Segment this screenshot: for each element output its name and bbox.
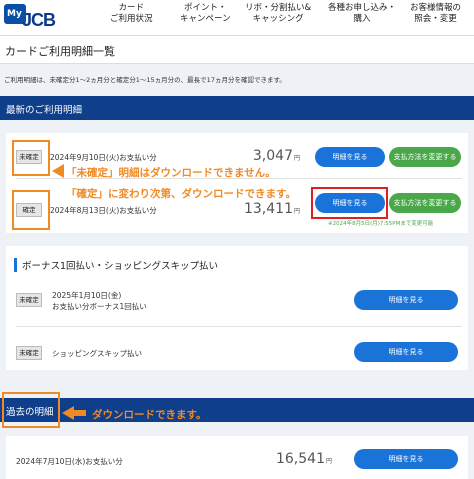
recent-statements-card: 未確定 2024年9月10日(火)お支払い分 3,047円 明細を見る 支払方法… — [6, 133, 468, 233]
view-statement-button[interactable]: 明細を見る — [354, 342, 458, 362]
callout-unconfirmed: 「未確定」明細はダウンロードできません。 — [66, 167, 276, 179]
callout-arrow-icon — [52, 164, 64, 178]
change-payment-button[interactable]: 支払方法を変更する — [389, 147, 461, 167]
callout-confirmed: 「確定」に変わり次第、ダウンロードできます。 — [66, 188, 296, 200]
myjcb-logo[interactable]: My JCB — [4, 4, 56, 32]
bonus-skip-card: ボーナス1回払い・ショッピングスキップ払い 未確定 2025年1月10日(金) … — [6, 246, 468, 370]
callout-arrow-body — [72, 410, 86, 416]
status-badge-unconfirmed: 未確定 — [16, 346, 42, 360]
view-statement-button[interactable]: 明細を見る — [354, 290, 458, 310]
confirmed-highlight-box — [12, 190, 50, 230]
nav-customer-info[interactable]: お客様情報の 照会・変更 — [410, 3, 461, 25]
payment-amount: 16,541円 — [275, 451, 332, 467]
nav-points-campaign[interactable]: ポイント・ キャンペーン — [180, 3, 231, 25]
payment-date: 2024年9月10日(火)お支払い分 — [50, 153, 157, 162]
recent-statements-header: 最新のご利用明細 — [0, 96, 474, 120]
past-statements-card: 2024年7月10日(水)お支払い分 16,541円 明細を見る — [6, 436, 468, 479]
bonus-date: 2025年1月10日(金) — [52, 291, 122, 300]
row-divider — [16, 326, 462, 327]
payment-amount: 13,411円 — [243, 201, 300, 217]
bonus-skip-title: ボーナス1回払い・ショッピングスキップ払い — [14, 258, 218, 272]
statement-note: ご利用明細は、未確定分1〜2ヵ月分と確定分1〜15ヵ月分の、最長で17ヵ月分を確… — [4, 76, 286, 84]
payment-amount: 3,047円 — [252, 148, 300, 164]
past-highlight-box — [2, 392, 60, 428]
payment-date: 2024年8月13日(火)お支払い分 — [50, 206, 157, 215]
payment-date: 2024年7月10日(水)お支払い分 — [16, 457, 123, 466]
nav-applications[interactable]: 各種お申し込み・ 購入 — [328, 3, 396, 25]
callout-past: ダウンロードできます。 — [92, 409, 207, 421]
page-title: カードご利用明細一覧 — [5, 45, 115, 58]
view-statement-button[interactable]: 明細を見る — [354, 449, 458, 469]
logo-brand: JCB — [22, 10, 56, 30]
recent-statements-title: 最新のご利用明細 — [6, 105, 83, 116]
change-deadline-note: ※2024年8月5日(月)7:55PMまで変更可能 — [328, 221, 434, 227]
view-statement-button[interactable]: 明細を見る — [315, 147, 385, 167]
top-navigation: My JCB カード ご利用状況 ポイント・ キャンペーン リボ・分割払い& キャッシ… — [0, 0, 474, 36]
status-badge-unconfirmed: 未確定 — [16, 293, 42, 307]
nav-card-usage[interactable]: カード ご利用状況 — [110, 3, 153, 25]
change-payment-button[interactable]: 支払方法を変更する — [389, 193, 461, 213]
nav-revolving-cashing[interactable]: リボ・分割払い& キャッシング — [245, 3, 311, 25]
skip-payment-label: ショッピングスキップ払い — [52, 349, 142, 358]
unconfirmed-highlight-box — [12, 140, 50, 176]
view-button-highlight-box — [311, 187, 388, 219]
page-title-bar: カードご利用明細一覧 — [0, 36, 474, 64]
bonus-label: お支払い分ボーナス1回払い — [52, 302, 147, 311]
